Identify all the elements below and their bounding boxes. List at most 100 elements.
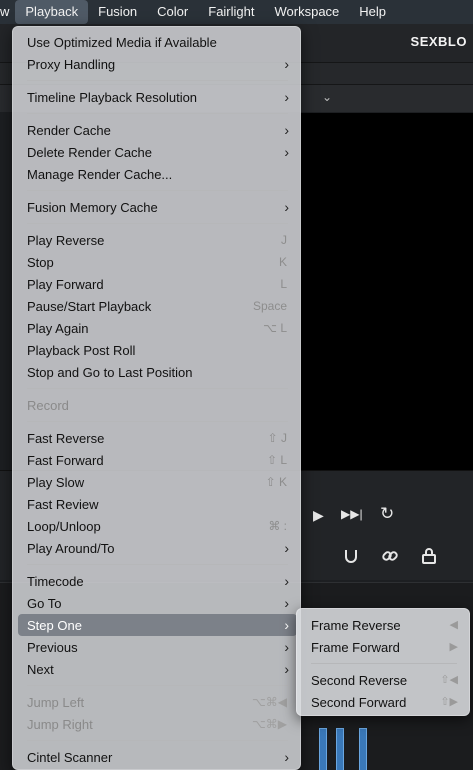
submenu-item-second-forward[interactable]: Second Forward ⇧▶: [302, 691, 466, 713]
menu-item-use-optimized-media[interactable]: Use Optimized Media if Available: [18, 31, 297, 53]
chevron-right-icon: ›: [284, 661, 289, 677]
menu-separator: [311, 663, 457, 664]
menu-item-label: Timecode: [27, 574, 84, 589]
menubar-item-fusion[interactable]: Fusion: [88, 0, 147, 24]
menu-item-label: Proxy Handling: [27, 57, 116, 72]
menu-item-label: Record: [27, 398, 69, 413]
menu-item-delete-render-cache[interactable]: Delete Render Cache ›: [18, 141, 297, 163]
menu-item-render-cache[interactable]: Render Cache ›: [18, 119, 297, 141]
shortcut-label: ⌘ :: [268, 519, 287, 533]
chevron-right-icon: ›: [284, 89, 289, 105]
menubar-item-playback[interactable]: Playback: [15, 0, 89, 24]
menu-item-stop[interactable]: Stop K: [18, 251, 297, 273]
menu-bar: w Playback Fusion Color Fairlight Worksp…: [0, 0, 473, 24]
menubar-item-fairlight[interactable]: Fairlight: [198, 0, 264, 24]
menubar-item-view[interactable]: w: [0, 0, 15, 24]
playback-menu: Use Optimized Media if Available Proxy H…: [12, 26, 301, 770]
timeline-clip[interactable]: [319, 728, 327, 770]
menu-item-label: Pause/Start Playback: [27, 299, 152, 314]
menu-item-step-one[interactable]: Step One ›: [18, 614, 297, 636]
menu-item-label: Play Again: [27, 321, 89, 336]
menu-item-label: Play Slow: [27, 475, 85, 490]
menu-item-label: Delete Render Cache: [27, 145, 153, 160]
menu-item-jump-right: Jump Right ⌥⌘▶: [18, 713, 297, 735]
submenu-item-frame-reverse[interactable]: Frame Reverse ◀: [302, 614, 466, 636]
shortcut-label: ⇧ K: [265, 475, 287, 489]
menu-item-play-again[interactable]: Play Again ⌥ L: [18, 317, 297, 339]
submenu-item-label: Second Reverse: [311, 673, 408, 688]
link-icon[interactable]: [381, 547, 399, 568]
menu-item-play-reverse[interactable]: Play Reverse J: [18, 229, 297, 251]
menu-item-loop-unloop[interactable]: Loop/Unloop ⌘ :: [18, 515, 297, 537]
menu-separator: [27, 80, 288, 81]
menu-item-fast-reverse[interactable]: Fast Reverse ⇧ J: [18, 427, 297, 449]
menu-item-label: Manage Render Cache...: [27, 167, 173, 182]
menu-item-label: Play Around/To: [27, 541, 115, 556]
menubar-item-color[interactable]: Color: [147, 0, 198, 24]
shortcut-label: ⇧▶: [440, 696, 458, 708]
shortcut-label: ◀: [449, 619, 458, 631]
shortcut-label: J: [281, 233, 287, 247]
submenu-item-second-reverse[interactable]: Second Reverse ⇧◀: [302, 669, 466, 691]
chevron-right-icon: ›: [284, 573, 289, 589]
menu-item-timecode[interactable]: Timecode ›: [18, 570, 297, 592]
menu-item-stop-and-go-to-last-position[interactable]: Stop and Go to Last Position: [18, 361, 297, 383]
menu-item-label: Stop: [27, 255, 54, 270]
step-one-submenu: Frame Reverse ◀ Frame Forward ▶ Second R…: [296, 608, 470, 716]
menu-item-label: Play Reverse: [27, 233, 105, 248]
menu-item-label: Fast Forward: [27, 453, 104, 468]
menu-item-go-to[interactable]: Go To ›: [18, 592, 297, 614]
viewer-panel: [300, 113, 473, 470]
menu-item-play-forward[interactable]: Play Forward L: [18, 273, 297, 295]
menu-item-label: Jump Left: [27, 695, 85, 710]
menu-item-label: Timeline Playback Resolution: [27, 90, 198, 105]
menu-item-fast-forward[interactable]: Fast Forward ⇧ L: [18, 449, 297, 471]
menu-item-cintel-scanner[interactable]: Cintel Scanner ›: [18, 746, 297, 768]
loop-icon[interactable]: ↻: [380, 504, 394, 524]
shortcut-label: ▶: [449, 641, 458, 653]
menu-item-play-around-to[interactable]: Play Around/To ›: [18, 537, 297, 559]
chevron-right-icon: ›: [284, 639, 289, 655]
menu-item-label: Fast Review: [27, 497, 99, 512]
menu-item-pause-start-playback[interactable]: Pause/Start Playback Space: [18, 295, 297, 317]
chevron-right-icon: ›: [284, 199, 289, 215]
shortcut-label: L: [280, 277, 287, 291]
menu-item-label: Stop and Go to Last Position: [27, 365, 193, 380]
menu-separator: [27, 564, 288, 565]
chevron-down-icon[interactable]: ⌄: [322, 90, 332, 104]
next-clip-icon[interactable]: ▶▶|: [341, 507, 363, 521]
menu-item-jump-left: Jump Left ⌥⌘◀: [18, 691, 297, 713]
shortcut-label: ⇧◀: [440, 674, 458, 686]
menu-item-playback-post-roll[interactable]: Playback Post Roll: [18, 339, 297, 361]
snap-icon[interactable]: [342, 547, 360, 570]
menu-item-timeline-playback-resolution[interactable]: Timeline Playback Resolution ›: [18, 86, 297, 108]
lock-icon[interactable]: [420, 547, 438, 568]
menu-item-label: Jump Right: [27, 717, 93, 732]
menu-item-label: Cintel Scanner: [27, 750, 113, 765]
menu-item-label: Fast Reverse: [27, 431, 105, 446]
menu-item-next[interactable]: Next ›: [18, 658, 297, 680]
play-icon[interactable]: ▶: [313, 507, 324, 524]
menubar-item-workspace[interactable]: Workspace: [265, 0, 350, 24]
menu-item-fast-review[interactable]: Fast Review: [18, 493, 297, 515]
shortcut-label: ⌥⌘▶: [251, 717, 287, 731]
menu-item-label: Fusion Memory Cache: [27, 200, 158, 215]
menu-item-label: Step One: [27, 618, 82, 633]
app-title: SEXBLO: [410, 34, 467, 49]
menu-separator: [27, 113, 288, 114]
shortcut-label: K: [278, 255, 287, 269]
menu-item-previous[interactable]: Previous ›: [18, 636, 297, 658]
submenu-item-frame-forward[interactable]: Frame Forward ▶: [302, 636, 466, 658]
menu-item-label: Play Forward: [27, 277, 104, 292]
chevron-right-icon: ›: [284, 595, 289, 611]
menu-separator: [27, 421, 288, 422]
menu-item-proxy-handling[interactable]: Proxy Handling ›: [18, 53, 297, 75]
menu-item-play-slow[interactable]: Play Slow ⇧ K: [18, 471, 297, 493]
menu-item-fusion-memory-cache[interactable]: Fusion Memory Cache ›: [18, 196, 297, 218]
shortcut-label: ⌥⌘◀: [251, 695, 287, 709]
menubar-item-help[interactable]: Help: [349, 0, 396, 24]
menu-item-manage-render-cache[interactable]: Manage Render Cache...: [18, 163, 297, 185]
timeline-clip[interactable]: [336, 728, 344, 770]
shortcut-label: ⇧ J: [267, 431, 287, 445]
timeline-clip[interactable]: [359, 728, 367, 770]
